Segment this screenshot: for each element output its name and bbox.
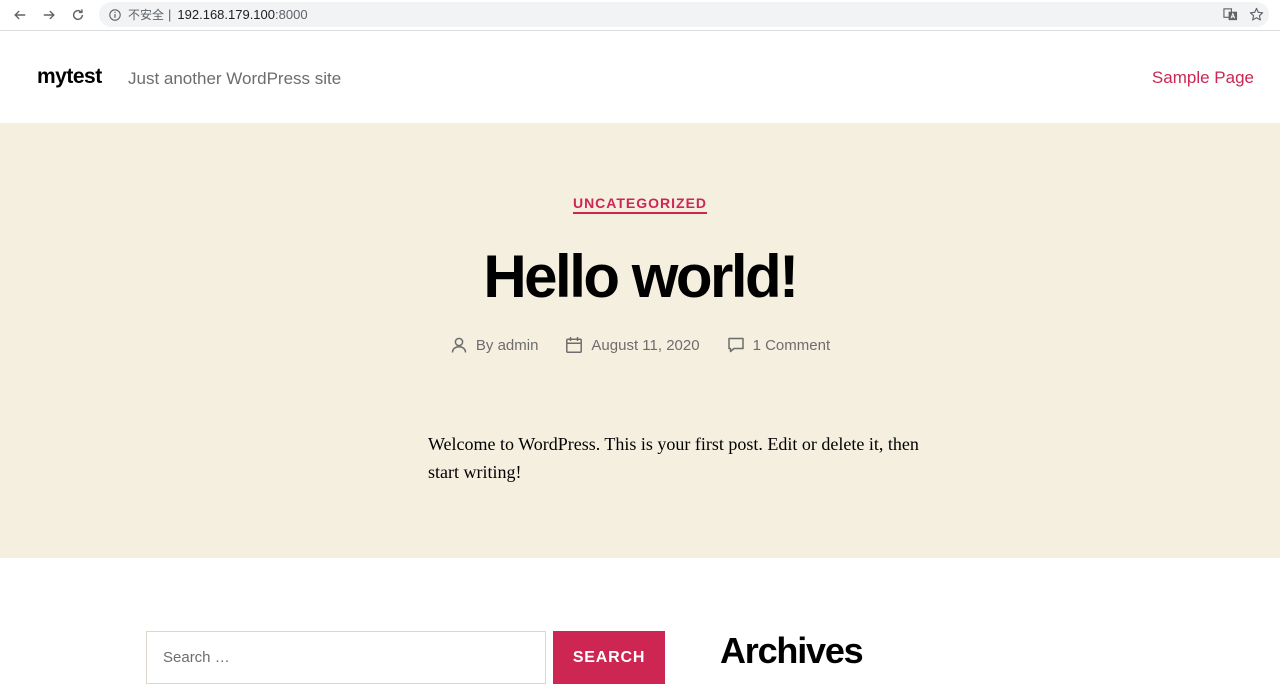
category-link[interactable]: UNCATEGORIZED [572, 195, 708, 214]
security-label: 不安全 [128, 8, 165, 22]
url-port: :8000 [275, 7, 308, 22]
comments-link[interactable]: 1 Comment [753, 337, 831, 354]
star-icon [1249, 7, 1263, 21]
post-author: By admin [450, 336, 539, 354]
person-icon [451, 337, 467, 353]
url-text[interactable]: 192.168.179.100:8000 [177, 7, 307, 22]
post-comments: 1 Comment [727, 336, 831, 354]
url-host: 192.168.179.100 [177, 7, 276, 22]
post-meta: By admin August 11, 2020 1 Comment [0, 336, 1280, 354]
date-link[interactable]: August 11, 2020 [591, 337, 699, 354]
reload-button[interactable] [67, 4, 89, 26]
primary-menu: Sample Page [1152, 68, 1254, 88]
browser-toolbar: 不安全 | 192.168.179.100:8000 [0, 0, 1280, 31]
forward-button[interactable] [38, 4, 60, 26]
reload-icon [72, 9, 84, 21]
menu-item-sample-page[interactable]: Sample Page [1152, 68, 1254, 87]
arrow-left-icon [14, 10, 26, 20]
translate-button[interactable] [1217, 7, 1243, 22]
post-title[interactable]: Hello world! [0, 239, 1280, 315]
post-content: Welcome to WordPress. This is your first… [428, 434, 919, 482]
bookmark-button[interactable] [1243, 7, 1269, 22]
search-button[interactable]: SEARCH [553, 631, 665, 684]
address-bar[interactable]: 不安全 | 192.168.179.100:8000 [99, 2, 1269, 27]
post-date: August 11, 2020 [565, 336, 700, 354]
site-title-link[interactable]: mytest [37, 65, 102, 89]
calendar-icon [566, 337, 583, 353]
back-button[interactable] [9, 4, 31, 26]
arrow-right-icon [43, 10, 55, 20]
omnibox-actions [1217, 2, 1269, 27]
comment-icon [727, 337, 744, 353]
search-input[interactable] [146, 631, 546, 684]
site-header: mytest Just another WordPress site Sampl… [0, 31, 1280, 123]
url-divider: | [168, 7, 172, 22]
entry-categories: UNCATEGORIZED [0, 195, 1280, 214]
translate-icon [1222, 8, 1237, 21]
post-entry: UNCATEGORIZED Hello world! By admin Augu… [0, 123, 1280, 558]
author-link[interactable]: By admin [476, 337, 539, 354]
site-description: Just another WordPress site [128, 69, 342, 88]
archives-heading: Archives [720, 630, 864, 671]
info-icon[interactable] [109, 8, 121, 21]
